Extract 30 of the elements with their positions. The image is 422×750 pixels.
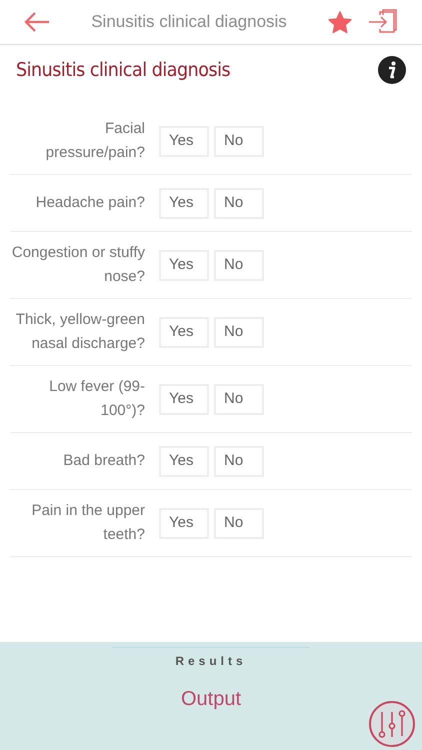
question-label: Bad breath? [62,451,145,471]
answer-button[interactable]: No [214,384,264,414]
answer-button[interactable]: No [214,316,264,348]
exit-icon[interactable] [368,9,398,35]
answer-button[interactable]: Yes [159,508,209,538]
header-title: Sinusitis clinical diagnosis [91,11,287,34]
answer-button[interactable]: Yes [159,384,209,414]
answer-button[interactable]: Yes [159,250,209,280]
question-label: Thick, yellow-green nasal discharge? [14,310,145,354]
answer-button[interactable]: Yes [159,126,209,156]
question-label: Facial pressure/pain? [44,119,145,163]
sliders-icon[interactable] [368,700,416,748]
question-label: Headache pain? [34,193,145,213]
question-label: Congestion or stuffy nose? [10,243,145,287]
calculator-title: Sinusitis clinical diagnosis [16,58,230,83]
answer-button[interactable]: No [214,126,264,156]
answer-button[interactable]: No [214,508,264,538]
question-label: Pain in the upper teeth? [30,501,145,545]
answer-button[interactable]: Yes [159,446,209,476]
answer-button[interactable]: No [214,188,264,218]
answer-button[interactable]: Yes [159,188,209,218]
answer-button[interactable]: No [214,446,264,476]
back-arrow-icon[interactable] [24,12,50,32]
answer-button[interactable]: No [214,250,264,280]
info-icon[interactable] [378,56,406,84]
results-heading: Results [175,653,247,670]
question-label: Low fever (99-100°)? [48,377,145,421]
star-icon[interactable] [328,10,352,34]
answer-button[interactable]: Yes [159,316,209,348]
output-text: Output [180,687,242,712]
